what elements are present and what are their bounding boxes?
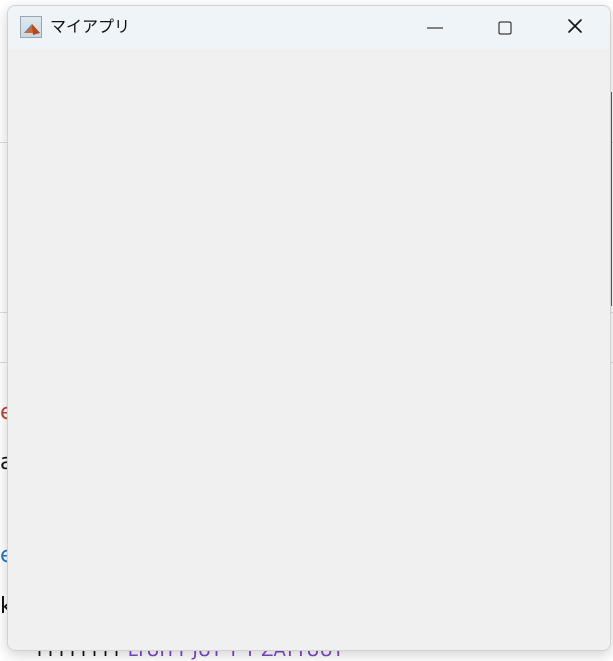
title-bar[interactable]: マイアプリ — [8, 6, 610, 49]
matlab-app-icon — [20, 16, 42, 38]
minimize-button[interactable] — [400, 6, 470, 49]
app-window: マイアプリ — [7, 5, 611, 651]
maximize-button[interactable] — [470, 6, 540, 49]
matlab-logo-icon — [24, 24, 40, 35]
close-icon — [567, 18, 583, 38]
minimize-icon — [427, 27, 443, 28]
maximize-icon — [498, 21, 512, 34]
window-content-area — [8, 49, 610, 650]
close-button[interactable] — [540, 6, 610, 49]
window-title: マイアプリ — [50, 17, 131, 36]
